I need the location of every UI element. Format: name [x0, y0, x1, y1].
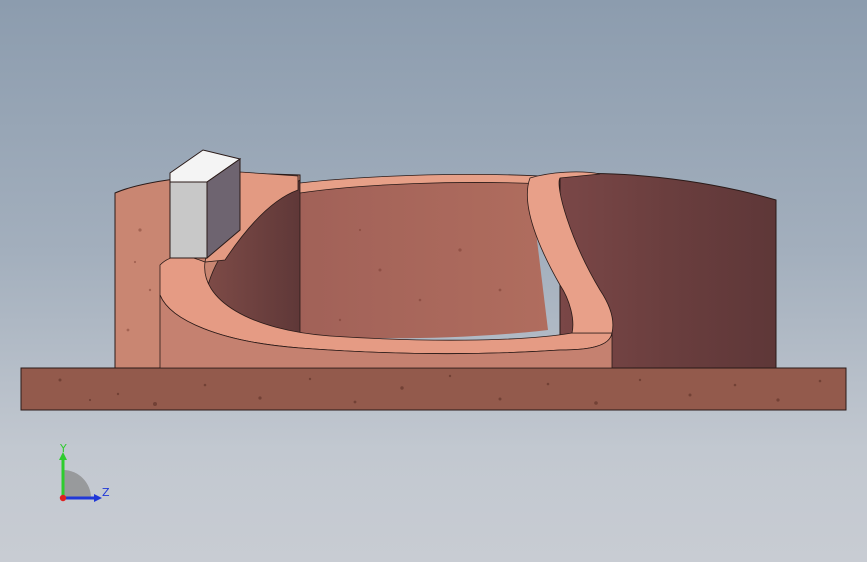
z-axis-label: Z [102, 486, 110, 499]
3d-viewport[interactable] [0, 0, 867, 562]
triad-plane-icon [63, 470, 91, 498]
coordinate-triad: Y Z [59, 442, 110, 502]
y-axis-label: Y [59, 442, 67, 455]
base-plate [20, 367, 847, 411]
x-axis-origin-icon [59, 494, 67, 502]
cavity-back-wall [298, 180, 548, 339]
